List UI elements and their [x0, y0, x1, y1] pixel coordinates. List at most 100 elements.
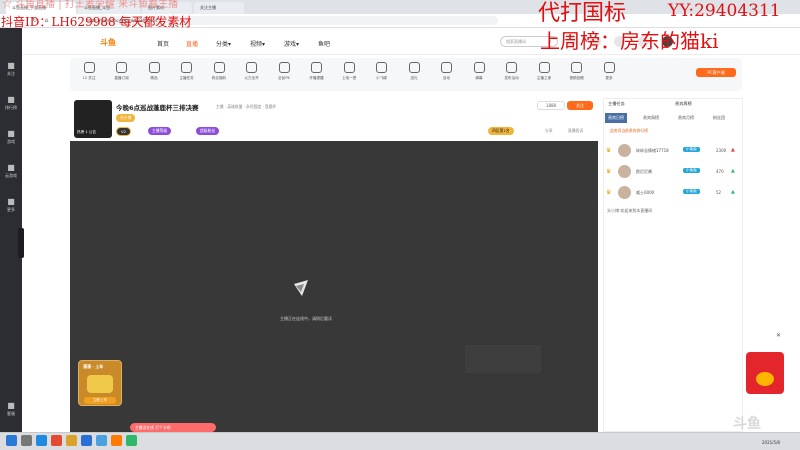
trend-arrow-icon: ▲ — [731, 189, 735, 195]
game-icon: ■ — [7, 129, 15, 138]
rank-badge[interactable]: 四区第1名 — [488, 127, 514, 135]
category-icon — [246, 62, 257, 73]
chrome-icon[interactable] — [51, 435, 62, 446]
category-item[interactable]: 更多 — [594, 62, 624, 81]
nav-item[interactable]: 视频▾ — [250, 39, 265, 48]
sidebar-item-game[interactable]: ■ 游戏 — [0, 128, 22, 150]
category-icon — [506, 62, 517, 73]
category-item[interactable]: 12 关注 — [74, 62, 104, 81]
trend-arrow-icon: ▲ — [731, 147, 735, 153]
category-label: 主播任务 — [179, 76, 194, 80]
windows-icon[interactable] — [6, 435, 17, 446]
category-item[interactable]: 上电一把 — [334, 62, 364, 81]
category-item[interactable]: 小飞碟 — [367, 62, 397, 81]
grid-icon: ■ — [7, 197, 15, 206]
close-icon[interactable]: ✕ — [776, 332, 781, 339]
category-icon — [603, 62, 615, 73]
category-item[interactable]: 主播之家 — [529, 62, 559, 81]
bottom-promo-pill[interactable]: 主播没在线 打个卡吧 — [130, 423, 216, 432]
rank-score: 52 — [716, 190, 722, 195]
subtab-week[interactable]: 贵宾周榜 — [640, 113, 662, 123]
category-item[interactable]: 主播任务 — [172, 62, 202, 81]
category-item[interactable]: 发布活动 — [497, 62, 527, 81]
file-icon[interactable] — [66, 435, 77, 446]
avatar — [618, 186, 631, 199]
category-item[interactable]: 精品 — [139, 62, 169, 81]
douyu-logo[interactable]: 斗鱼 — [100, 37, 116, 48]
subtab-day[interactable]: 贵宾日榜 — [605, 113, 627, 123]
streamer-name-badge: 头小博 — [116, 114, 136, 122]
douyu-icon[interactable] — [111, 435, 122, 446]
wechat-icon[interactable] — [126, 435, 137, 446]
edge-icon[interactable] — [36, 435, 47, 446]
sidebar-item-list[interactable]: ■ 排行榜 — [0, 94, 22, 116]
sidebar-item-label: 游戏 — [7, 139, 15, 144]
category-item[interactable]: 火力全开 — [237, 62, 267, 81]
category-item[interactable]: 开播提醒 — [302, 62, 332, 81]
category-label: 开播提醒 — [309, 76, 324, 80]
category-icon — [441, 62, 452, 73]
rank-level-badge: 小兔兔 — [683, 147, 700, 152]
rank-row[interactable]: ♛ 威士0000 小兔兔 52 ▲ — [606, 185, 740, 201]
nav-item[interactable]: 直播 — [186, 39, 198, 48]
nav-item[interactable]: 首页 — [157, 39, 169, 48]
browser-tab[interactable]: 关注主播 — [194, 2, 244, 14]
nav-item[interactable]: 分类▾ — [216, 39, 231, 48]
category-item[interactable]: 自动 — [432, 62, 462, 81]
avatar-label: 热榜 1 公告 — [77, 130, 96, 134]
sidebar-item-heart[interactable]: ■ 关注 — [0, 60, 22, 82]
category-label: 12 关注 — [82, 76, 96, 80]
category-icon — [571, 62, 582, 73]
report-link[interactable]: 直播投诉 — [568, 128, 583, 134]
sidebar-item-label: 排行榜 — [5, 105, 17, 110]
crown-icon: ♛ — [606, 147, 612, 154]
category-item[interactable]: 视频投稿 — [562, 62, 592, 81]
tab-host-task[interactable]: 主播任务 — [608, 101, 625, 107]
category-item[interactable]: 直播订阅 — [107, 62, 137, 81]
clock: 2021/5/8 — [762, 440, 780, 445]
super-fan-badge[interactable]: 超级粉丝 — [196, 127, 220, 135]
rank-name: 欧尼尼酱 — [636, 169, 652, 174]
share-link[interactable]: 分享 — [545, 128, 553, 134]
subtab-month[interactable]: 贵宾月榜 — [675, 113, 697, 123]
category-item[interactable]: 弹幕 — [464, 62, 494, 81]
sidebar-item-grid[interactable]: ■ 更多 — [0, 196, 22, 218]
red-packet-widget[interactable] — [746, 352, 784, 394]
tab-vip-week[interactable]: 贵宾周榜 — [675, 101, 692, 107]
category-item[interactable]: 送礼 — [399, 62, 429, 81]
video-player[interactable] — [70, 141, 598, 432]
search-icon[interactable] — [21, 435, 32, 446]
car-promo-button[interactable]: 立即上车 — [84, 397, 116, 404]
subtab-fanclub[interactable]: 粉丝团 — [710, 113, 728, 123]
car-promo-widget[interactable]: 漂漂 · 上车 立即上车 — [78, 360, 122, 406]
headset-icon: ■ — [7, 401, 15, 410]
sidebar-collapse-handle[interactable] — [18, 228, 24, 258]
sidebar-item-star[interactable]: ■ 云游戏 — [0, 162, 22, 184]
follow-button[interactable]: 关注 — [567, 101, 593, 110]
crown-icon: ♛ — [606, 168, 612, 175]
streamer-avatar[interactable]: 热榜 1 公告 — [74, 100, 112, 138]
overlay-text-rank: 上周榜：房东的猫ki — [540, 29, 719, 53]
category-item[interactable]: 全民PK — [269, 62, 299, 81]
stream-title: 今晚6点巡战蓬鹿杯三排决赛 — [116, 104, 199, 112]
nav-item[interactable]: 鱼吧 — [318, 39, 330, 48]
stream-category[interactable]: 主播 · 英雄联盟 · 永恒国度 · 蓬鹿杯 — [216, 104, 276, 110]
category-icon — [116, 62, 127, 73]
nav-item[interactable]: 游戏▾ — [284, 39, 299, 48]
rank-row[interactable]: ♛ 欧尼尼酱 小兔兔 470 ▲ — [606, 164, 740, 180]
pc-client-button[interactable]: PC客户端 — [696, 68, 736, 77]
sidebar-item-headset[interactable]: ■ 客服 — [0, 400, 22, 422]
rank-row[interactable]: ♛ 碎碎念情绪17718 小兔兔 2300 ▲ — [606, 143, 740, 159]
category-label: 视频投稿 — [569, 76, 584, 80]
category-item[interactable]: 粉丝福利 — [204, 62, 234, 81]
category-label: 发布活动 — [504, 76, 519, 80]
mail-icon[interactable] — [81, 435, 92, 446]
overlay-text-yy: YY:29404311 — [668, 1, 781, 21]
photo-icon[interactable] — [96, 435, 107, 446]
rank-name: 威士0000 — [636, 190, 655, 195]
category-label: 主播之家 — [536, 76, 552, 80]
trend-arrow-icon: ▲ — [731, 168, 735, 174]
video-overlay-panel — [465, 345, 541, 373]
category-icon — [148, 62, 160, 73]
rank-level-badge: 小兔兔 — [683, 189, 700, 194]
